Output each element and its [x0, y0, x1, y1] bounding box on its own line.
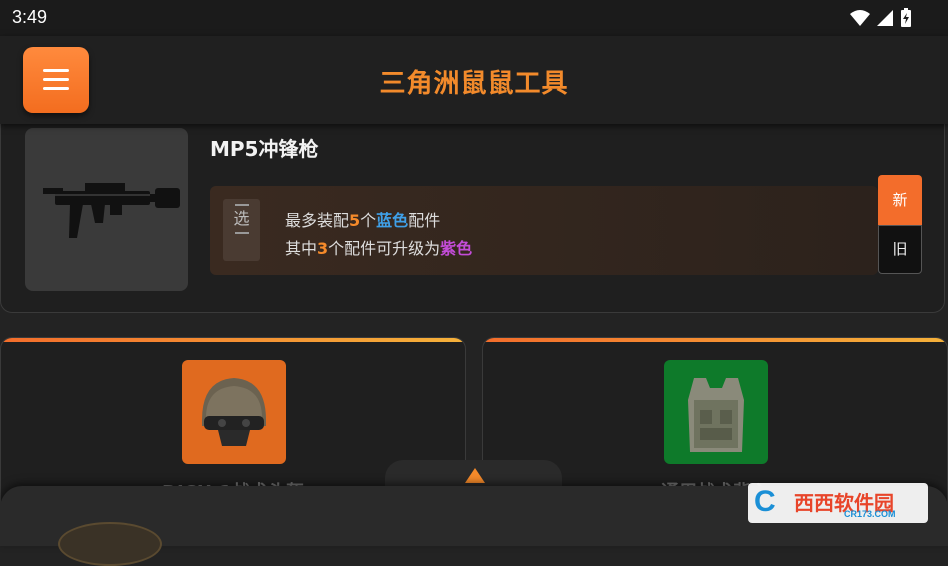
- tag-bar-top: [234, 204, 249, 206]
- signal-icon: [877, 10, 893, 26]
- line1-color: 蓝色: [376, 211, 409, 230]
- toggle-new-button[interactable]: 新: [878, 175, 922, 225]
- line1-count: 5: [349, 211, 361, 230]
- attachment-line-2: 其中3个配件可升级为紫色: [285, 235, 472, 259]
- vest-graphic: [688, 378, 744, 452]
- watermark-url: CR173.COM: [844, 509, 896, 519]
- tag-bar-bottom: [234, 232, 249, 234]
- line2-mid: 个配件可升级为: [328, 239, 441, 258]
- status-bar: 3:49: [0, 0, 948, 36]
- status-icons: [850, 8, 912, 28]
- card-accent-bar: [483, 338, 947, 342]
- smg-icon: [43, 183, 180, 238]
- watermark-mark: C: [754, 485, 776, 518]
- attachment-line-1: 最多装配5个蓝色配件: [285, 207, 440, 231]
- weapon-name: MP5冲锋枪: [210, 137, 319, 161]
- line1-unit: 个: [360, 211, 377, 230]
- watermark-logo: C 西西软件园 CR173.COM: [748, 483, 928, 523]
- weapon-thumbnail: [25, 128, 188, 291]
- line1-prefix: 最多装配: [285, 211, 350, 230]
- card-accent-bar: [1, 338, 465, 342]
- expand-arrow-icon[interactable]: [465, 468, 485, 483]
- helmet-icon: [182, 360, 286, 464]
- app-bar: 三角洲鼠鼠工具: [0, 36, 948, 124]
- battery-charging-icon: [901, 8, 911, 27]
- status-time: 3:49: [12, 7, 48, 27]
- helmet-graphic: [202, 378, 266, 446]
- wifi-icon: [850, 10, 870, 26]
- toggle-old-button[interactable]: 旧: [878, 225, 922, 274]
- line1-suffix: 配件: [408, 211, 441, 230]
- app-title: 三角洲鼠鼠工具: [379, 69, 569, 99]
- avatar: [58, 522, 162, 566]
- choose-tag-label: 选: [233, 209, 250, 228]
- choose-tag[interactable]: 选: [223, 199, 260, 261]
- line2-color: 紫色: [440, 239, 473, 258]
- line2-count: 3: [317, 239, 329, 258]
- line2-prefix: 其中: [285, 239, 318, 258]
- vest-icon: [664, 360, 768, 464]
- weapon-card[interactable]: MP5冲锋枪 选 最多装配5个蓝色配件 其中3个配件可升级为紫色 新 旧: [0, 110, 945, 313]
- attachment-info-box: 选 最多装配5个蓝色配件 其中3个配件可升级为紫色: [210, 186, 878, 275]
